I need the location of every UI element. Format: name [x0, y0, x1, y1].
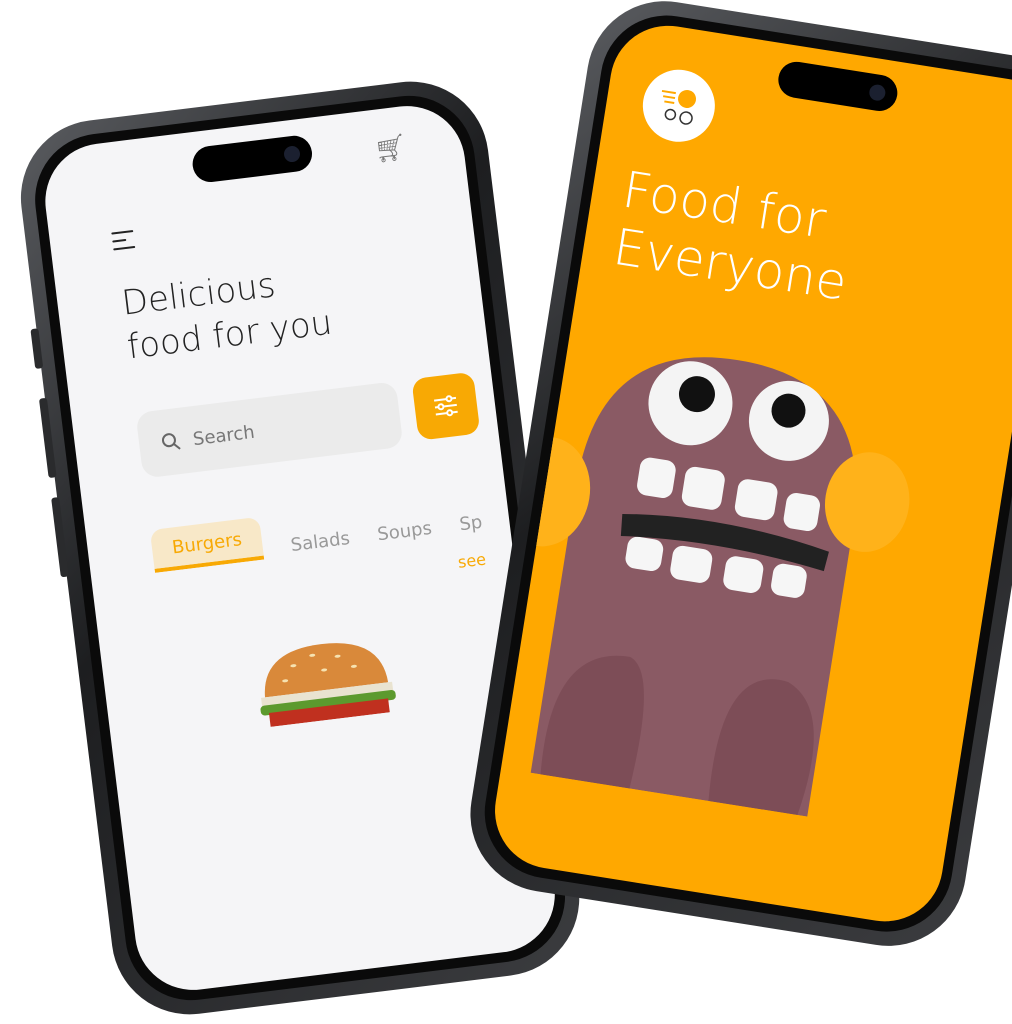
volume-down-button: [51, 496, 69, 578]
tab-salads[interactable]: Salads: [290, 528, 351, 556]
category-tabs: Burgers Salads Soups Sp: [149, 490, 484, 573]
volume-up-button: [38, 397, 57, 479]
burger-image: [260, 643, 396, 727]
delivery-chef-icon: [637, 64, 721, 147]
side-button: [30, 328, 44, 369]
search-input[interactable]: Search: [135, 381, 404, 479]
search-placeholder: Search: [191, 421, 256, 450]
cart-icon[interactable]: 🛒︎: [372, 132, 408, 166]
right-screen: Food for Everyone: [486, 17, 1012, 930]
tab-burgers[interactable]: Burgers: [149, 516, 265, 573]
filter-icon: [433, 395, 458, 417]
dynamic-island: [190, 133, 315, 185]
monster-illustration: [499, 357, 910, 817]
right-phone: Food for Everyone: [459, 0, 1012, 958]
tab-soups[interactable]: Soups: [376, 518, 433, 546]
see-more-link[interactable]: see: [457, 550, 487, 572]
filter-button[interactable]: [411, 371, 481, 441]
dynamic-island: [775, 59, 900, 114]
headline: Food for Everyone: [610, 160, 860, 311]
menu-icon[interactable]: [111, 229, 140, 257]
page-title: Delicious food for you: [119, 257, 335, 369]
left-phone: 🛒︎ Delicious food for you Search Burgers…: [12, 72, 589, 1024]
search-icon: [161, 433, 181, 450]
left-screen: 🛒︎ Delicious food for you Search Burgers…: [38, 99, 562, 997]
tab-sp[interactable]: Sp: [458, 512, 483, 536]
